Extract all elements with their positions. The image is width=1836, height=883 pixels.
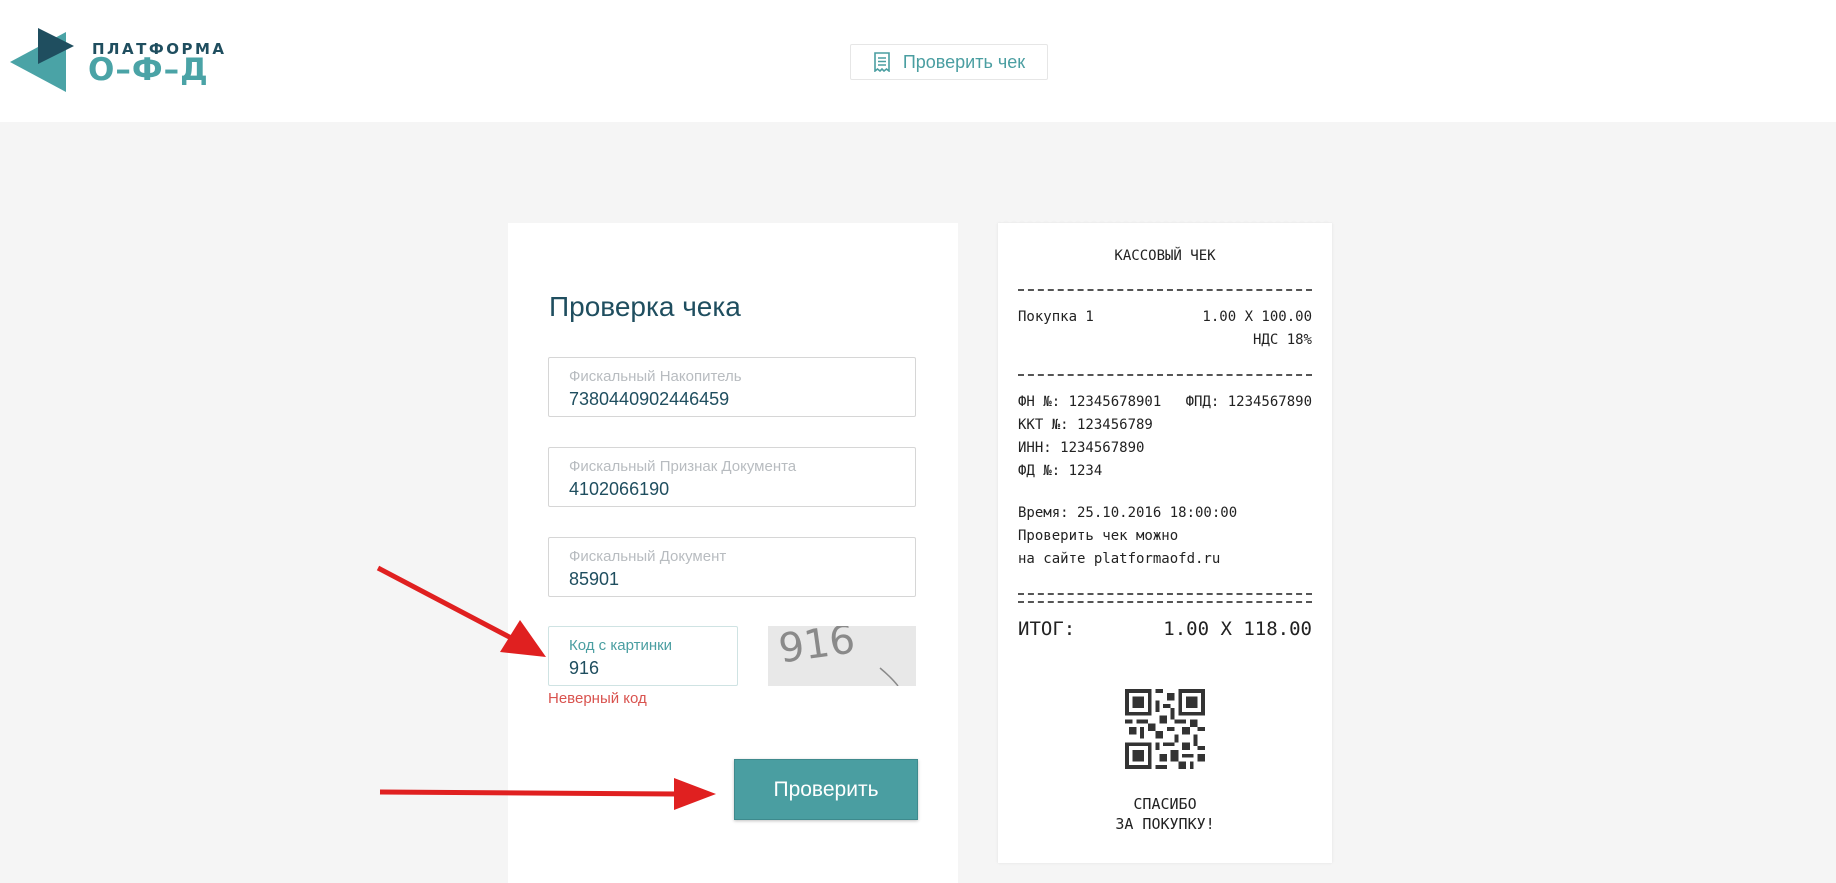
receipt-thanks-line2: ЗА ПОКУПКУ! bbox=[1115, 815, 1215, 833]
field-value: 85901 bbox=[569, 569, 620, 589]
field-label: Код с картинки bbox=[569, 637, 673, 654]
field-value: 916 bbox=[569, 658, 600, 678]
check-receipt-button[interactable]: Проверить чек bbox=[850, 44, 1048, 80]
logo-triangles-icon bbox=[10, 28, 74, 92]
receipt-hint-line1: Проверить чек можно bbox=[1018, 528, 1179, 544]
receipt-inn: ИНН: 1234567890 bbox=[1018, 440, 1145, 456]
receipt-fd: ФД №: 1234 bbox=[1018, 463, 1103, 479]
captcha-error-text: Неверный код bbox=[548, 690, 647, 707]
receipt-item-vat: НДС 18% bbox=[1252, 332, 1312, 348]
fiscal-storage-field[interactable]: Фискальный Накопитель 7380440902446459 bbox=[548, 357, 916, 417]
field-label: Фискальный Признак Документа bbox=[569, 458, 797, 475]
logo-text-bottom: О–Ф–Д bbox=[88, 52, 209, 88]
receipt-top-edge bbox=[998, 219, 1332, 225]
receipt-item-price: 1.00 X 100.00 bbox=[1202, 309, 1312, 325]
receipt-divider bbox=[1018, 289, 1312, 291]
receipt-title: КАССОВЫЙ ЧЕК bbox=[1114, 248, 1216, 264]
receipt-divider bbox=[1018, 593, 1312, 595]
fiscal-document-field[interactable]: Фискальный Документ 85901 bbox=[548, 537, 916, 597]
receipt-thanks-line1: СПАСИБО bbox=[1133, 795, 1197, 813]
receipt-total-value: 1.00 X 118.00 bbox=[1163, 618, 1312, 640]
check-receipt-label: Проверить чек bbox=[902, 51, 1026, 72]
captcha-image: 916 bbox=[768, 616, 916, 687]
captcha-glyph: 916 bbox=[776, 626, 858, 673]
field-value: 7380440902446459 bbox=[569, 389, 730, 409]
receipt-divider bbox=[1018, 374, 1312, 376]
receipt-fpd: ФПД: 1234567890 bbox=[1185, 394, 1312, 410]
receipt-preview: КАССОВЫЙ ЧЕК Покупка 1 1.00 X 100.00 НДС… bbox=[998, 219, 1332, 863]
verify-button[interactable]: Проверить bbox=[734, 759, 918, 820]
annotation-arrow-to-button-icon bbox=[379, 778, 716, 810]
receipt-item-name: Покупка 1 bbox=[1018, 309, 1094, 325]
header: ПЛАТФОРМА О–Ф–Д Проверить чек bbox=[0, 0, 1836, 122]
annotation-arrow-to-captcha-icon bbox=[376, 565, 546, 657]
form-title: Проверка чека bbox=[549, 291, 741, 322]
receipt-time: Время: 25.10.2016 18:00:00 bbox=[1018, 505, 1238, 521]
receipt-hint-line2: на сайте platformaofd.ru bbox=[1018, 551, 1221, 567]
receipt-icon bbox=[874, 52, 890, 72]
fiscal-sign-field[interactable]: Фискальный Признак Документа 4102066190 bbox=[548, 447, 916, 507]
receipt-kkt: ККТ №: 123456789 bbox=[1018, 417, 1153, 433]
qr-code-icon bbox=[1125, 689, 1205, 769]
platforma-ofd-logo[interactable]: ПЛАТФОРМА О–Ф–Д bbox=[10, 26, 224, 96]
receipt-divider bbox=[1018, 601, 1312, 603]
field-label: Фискальный Накопитель bbox=[569, 368, 742, 385]
receipt-total-label: ИТОГ: bbox=[1018, 618, 1076, 640]
field-label: Фискальный Документ bbox=[569, 548, 727, 565]
captcha-code-field[interactable]: Код с картинки 916 bbox=[548, 626, 738, 686]
receipt-fn: ФН №: 12345678901 bbox=[1018, 394, 1162, 410]
field-value: 4102066190 bbox=[569, 479, 670, 499]
